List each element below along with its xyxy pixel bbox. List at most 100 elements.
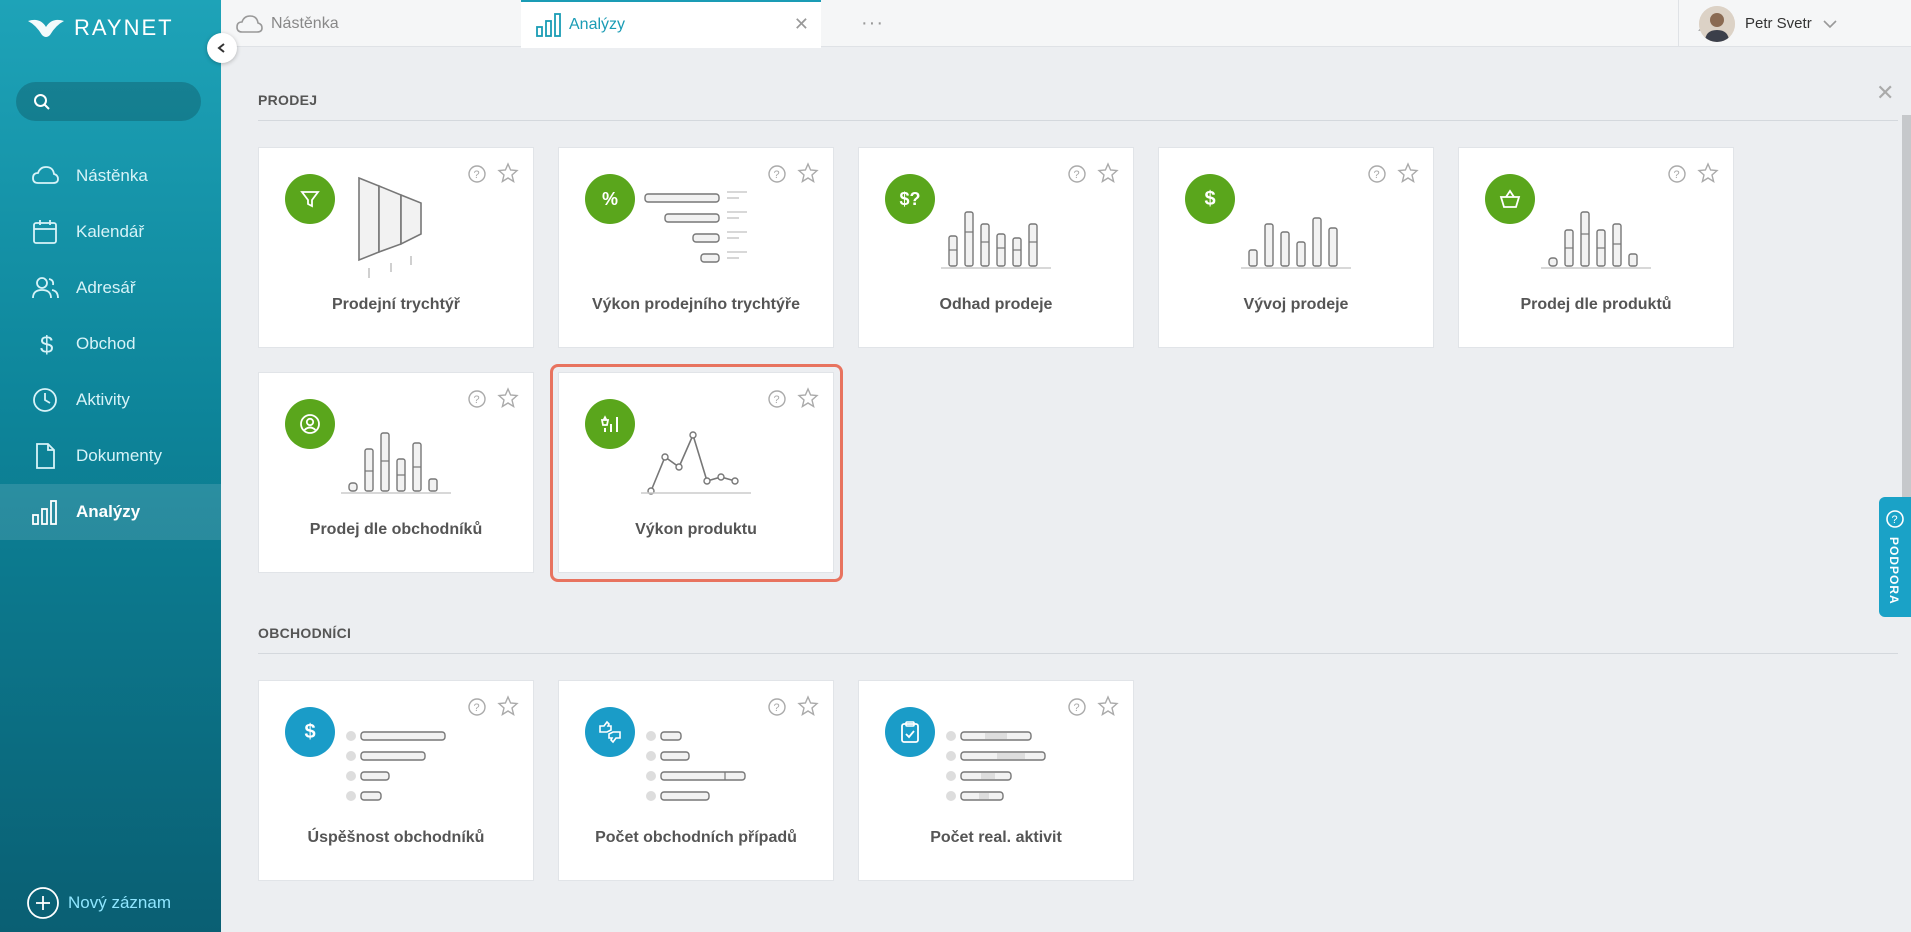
sidebar-item-dokumenty[interactable]: Dokumenty [0, 428, 221, 484]
sidebar-search[interactable] [16, 82, 201, 121]
sidebar-item-adresar[interactable]: Adresář [0, 260, 221, 316]
analysis-card-pocet-obchodnich-pripadu[interactable]: ? Počet obchodních případů [558, 680, 834, 881]
sidebar-item-kalendar[interactable]: Kalendář [0, 204, 221, 260]
sidebar-item-label: Analýzy [76, 502, 141, 521]
tab-nastenka[interactable]: Nástěnka [235, 0, 535, 47]
close-tab-icon[interactable]: ✕ [794, 14, 809, 35]
completed-activities-illustration [946, 731, 1046, 801]
help-icon[interactable]: ? [767, 697, 787, 717]
search-icon [34, 93, 50, 110]
section-title-prodej: PRODEJ [258, 92, 318, 108]
star-icon[interactable] [497, 387, 519, 409]
help-icon[interactable]: ? [467, 164, 487, 184]
star-icon[interactable] [1097, 162, 1119, 184]
help-icon: ? [1886, 510, 1904, 528]
support-button[interactable]: ? PODPORA [1879, 497, 1911, 617]
card-label: Odhad prodeje [939, 296, 1053, 313]
basket-icon [1485, 174, 1535, 224]
card-label: Prodej dle obchodníků [309, 521, 483, 538]
analysis-card-uspesnost-obchodniku[interactable]: $ ? Úspěšnost obchodníků [258, 680, 534, 881]
card-label: Úspěšnost obchodníků [307, 829, 485, 846]
sidebar-item-obchod[interactable]: $ Obchod [0, 316, 221, 372]
sidebar-item-nastenka[interactable]: Nástěnka [0, 148, 221, 204]
card-label: Prodejní trychtýř [331, 296, 461, 313]
analysis-card-prodej-dle-produktu[interactable]: ? Prodej dle produktů [1458, 147, 1734, 348]
star-icon[interactable] [497, 695, 519, 717]
sales-by-salesperson-illustration [341, 432, 451, 494]
svg-text:?: ? [1674, 169, 1680, 181]
deal-thumbs-icon [585, 707, 635, 757]
analysis-card-pocet-real-aktivit[interactable]: ? Počet real. aktivit [858, 680, 1134, 881]
avatar [1699, 5, 1735, 42]
card-label: Počet obchodních případů [595, 829, 797, 846]
cloud-icon [236, 14, 263, 33]
sales-by-product-illustration [1541, 211, 1651, 269]
analysis-card-prodejni-trychtyr[interactable]: ? Prodejní trychtýř [258, 147, 534, 348]
salesperson-success-illustration [346, 731, 446, 801]
user-menu[interactable]: Petr Svetr [1678, 0, 1911, 47]
tab-label: Nástěnka [271, 14, 339, 32]
support-label: PODPORA [1887, 537, 1901, 605]
svg-text:?: ? [1074, 702, 1080, 714]
funnel-illustration [358, 176, 422, 278]
section-divider [258, 653, 1898, 654]
sidebar-item-analyzy[interactable]: Analýzy [0, 484, 221, 540]
funnel-icon [285, 174, 335, 224]
star-icon[interactable] [497, 162, 519, 184]
dollar-icon: $ [40, 332, 53, 359]
svg-text:?: ? [1374, 169, 1380, 181]
sales-trend-illustration [1241, 217, 1351, 269]
star-icon[interactable] [1697, 162, 1719, 184]
raynet-logo[interactable]: RAYNET [26, 12, 174, 44]
sidebar-item-aktivity[interactable]: Aktivity [0, 372, 221, 428]
sidebar-item-label: Dokumenty [76, 446, 162, 465]
calendar-icon [33, 220, 57, 244]
bar-chart-icon [32, 500, 57, 525]
sidebar-nav: Nástěnka Kalendář Adresář $ Obchod Aktiv… [0, 148, 221, 540]
contacts-icon [32, 277, 59, 299]
search-input[interactable] [61, 93, 191, 110]
brand-name: RAYNET [74, 15, 174, 40]
sidebar-item-label: Kalendář [76, 222, 145, 241]
sidebar-collapse-button[interactable] [207, 33, 237, 63]
scrollbar[interactable] [1902, 115, 1911, 500]
help-icon[interactable]: ? [1067, 164, 1087, 184]
help-icon[interactable]: ? [1067, 697, 1087, 717]
chevron-left-icon [217, 43, 225, 53]
document-icon [36, 443, 55, 469]
top-bar: Nástěnka Analýzy ✕ ··· Petr Svetr [221, 0, 1911, 48]
sidebar-item-label: Aktivity [76, 390, 130, 409]
star-icon[interactable] [797, 695, 819, 717]
help-icon[interactable]: ? [767, 164, 787, 184]
star-icon[interactable] [797, 162, 819, 184]
clock-icon [33, 388, 57, 412]
analysis-card-vyvoj-prodeje[interactable]: $ ? Vývoj prodeje [1158, 147, 1434, 348]
tab-analyzy[interactable]: Analýzy ✕ [521, 0, 821, 48]
help-icon[interactable]: ? [1367, 164, 1387, 184]
help-icon[interactable]: ? [467, 697, 487, 717]
card-label: Prodej dle produktů [1520, 296, 1672, 313]
user-circle-icon [285, 399, 335, 449]
more-tabs-button[interactable]: ··· [861, 12, 884, 35]
help-icon[interactable]: ? [1667, 164, 1687, 184]
clipboard-check-icon [885, 707, 935, 757]
analysis-card-odhad-prodeje[interactable]: $? ? Odhad prodeje [858, 147, 1134, 348]
new-record-button[interactable]: Nový záznam [26, 886, 171, 920]
sidebar-item-label: Nástěnka [76, 166, 148, 185]
help-icon[interactable]: ? [467, 389, 487, 409]
sidebar: RAYNET Nástěnka Kalendář Adresář $ Obcho… [0, 0, 221, 932]
analysis-card-vykon-prodejniho-trychtyre[interactable]: % ? Výkon prodejního trychtýře [558, 147, 834, 348]
star-icon[interactable] [1397, 162, 1419, 184]
cloud-icon [32, 166, 59, 184]
section-divider [258, 120, 1898, 121]
svg-text:$: $ [40, 332, 53, 359]
percent-icon: % [585, 174, 635, 224]
bar-chart-icon [536, 13, 561, 37]
star-icon[interactable] [1097, 695, 1119, 717]
user-name: Petr Svetr [1745, 15, 1812, 32]
card-label: Výkon prodejního trychtýře [591, 296, 801, 313]
deal-count-illustration [646, 731, 746, 801]
card-label: Počet real. aktivit [930, 829, 1062, 846]
dollar-icon: $ [1185, 174, 1235, 224]
analysis-card-prodej-dle-obchodniku[interactable]: ? Prodej dle obchodníků [258, 372, 534, 573]
